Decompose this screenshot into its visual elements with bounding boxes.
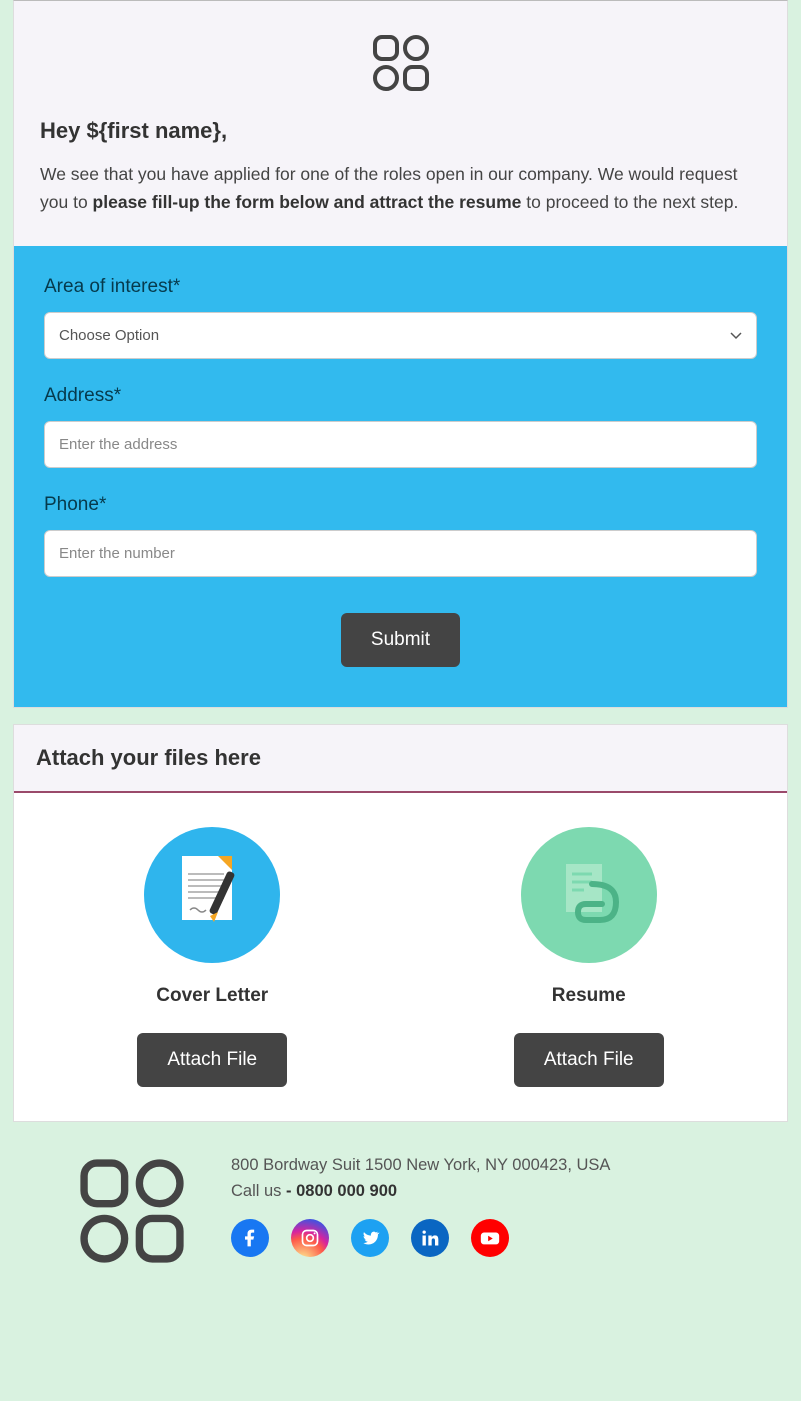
cover-letter-icon <box>144 827 280 963</box>
attach-resume-button[interactable]: Attach File <box>514 1033 664 1087</box>
instagram-icon[interactable] <box>291 1219 329 1257</box>
application-form: Area of interest* Choose Option Address*… <box>14 246 787 707</box>
call-label: Call us <box>231 1182 286 1200</box>
footer-call: Call us - 0800 000 900 <box>231 1178 610 1204</box>
footer-logo <box>73 1152 191 1275</box>
submit-button[interactable]: Submit <box>341 613 460 667</box>
cover-letter-label: Cover Letter <box>24 985 401 1007</box>
linkedin-icon[interactable] <box>411 1219 449 1257</box>
area-label: Area of interest* <box>44 276 757 298</box>
footer-address: 800 Bordway Suit 1500 New York, NY 00042… <box>231 1152 610 1178</box>
resume-icon <box>521 827 657 963</box>
greeting-heading: Hey ${first name}, <box>40 118 761 144</box>
brand-logo <box>40 21 761 118</box>
phone-input[interactable] <box>44 530 757 577</box>
youtube-icon[interactable] <box>471 1219 509 1257</box>
intro-post: to proceed to the next step. <box>521 192 738 212</box>
phone-prefix: - <box>286 1182 296 1200</box>
address-label: Address* <box>44 385 757 407</box>
attach-heading: Attach your files here <box>36 745 765 771</box>
address-input[interactable] <box>44 421 757 468</box>
phone-label: Phone* <box>44 494 757 516</box>
cover-letter-column: Cover Letter Attach File <box>24 827 401 1087</box>
facebook-icon[interactable] <box>231 1219 269 1257</box>
twitter-icon[interactable] <box>351 1219 389 1257</box>
logo-icon <box>369 31 433 95</box>
footer-logo-icon <box>73 1152 191 1270</box>
intro-bold: please fill-up the form below and attrac… <box>93 192 522 212</box>
resume-label: Resume <box>401 985 778 1007</box>
resume-column: Resume Attach File <box>401 827 778 1087</box>
footer: 800 Bordway Suit 1500 New York, NY 00042… <box>13 1122 788 1305</box>
attach-cover-button[interactable]: Attach File <box>137 1033 287 1087</box>
area-select[interactable]: Choose Option <box>44 312 757 359</box>
intro-text: We see that you have applied for one of … <box>40 160 761 216</box>
phone-number: 0800 000 900 <box>296 1182 397 1200</box>
